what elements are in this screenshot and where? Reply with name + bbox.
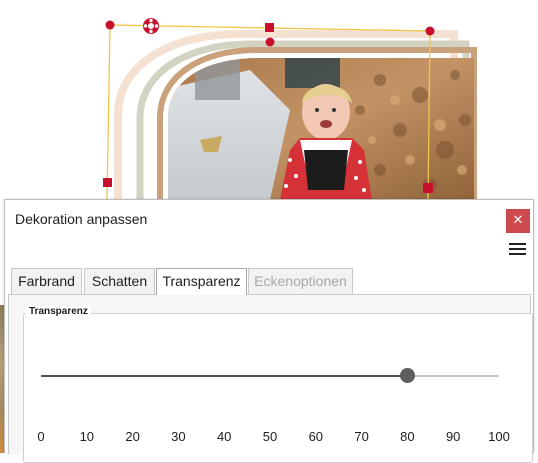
tick-label: 100: [488, 429, 510, 444]
tab-farbrand[interactable]: Farbrand: [11, 268, 82, 294]
transparency-group-label: Transparenz: [26, 306, 91, 317]
close-button[interactable]: ✕: [506, 209, 530, 233]
tick-label: 0: [37, 429, 45, 444]
tick-label: 20: [125, 429, 140, 444]
tick-label: 50: [262, 429, 278, 444]
close-icon: ✕: [512, 213, 524, 228]
tab-schatten[interactable]: Schatten: [84, 268, 155, 294]
slider-tick-labels: 0 10 20 30 40 50 60 70 80 90 100: [37, 429, 509, 445]
dialog-title: Dekoration anpassen: [15, 211, 148, 227]
menu-button[interactable]: [509, 243, 527, 257]
corner-handle-top-right: [425, 26, 435, 36]
edge-handle-left: [103, 178, 112, 187]
photo: [168, 58, 474, 200]
anchor-handle: [265, 37, 275, 47]
tab-transparenz[interactable]: Transparenz: [156, 268, 247, 295]
corner-handle-top-left: [105, 20, 115, 30]
tab-eckenoptionen: Eckenoptionen: [248, 268, 353, 294]
hamburger-menu-icon: [509, 243, 526, 245]
photo-canvas[interactable]: [0, 0, 538, 200]
tick-label: 80: [400, 429, 415, 444]
slider-fill: [41, 375, 408, 377]
tick-label: 90: [445, 429, 461, 444]
tick-label: 70: [354, 429, 369, 444]
edge-handle-right: [423, 183, 433, 193]
tick-label: 60: [308, 429, 324, 444]
customize-decoration-dialog: Dekoration anpassen ✕ Farbrand Schatten …: [4, 199, 534, 463]
transparency-slider[interactable]: [41, 368, 499, 383]
tick-label: 10: [79, 429, 95, 444]
edge-handle-top: [265, 23, 274, 32]
rotate-handle-icon: [143, 18, 159, 34]
tick-label: 30: [171, 429, 186, 444]
tick-label: 40: [216, 429, 232, 444]
